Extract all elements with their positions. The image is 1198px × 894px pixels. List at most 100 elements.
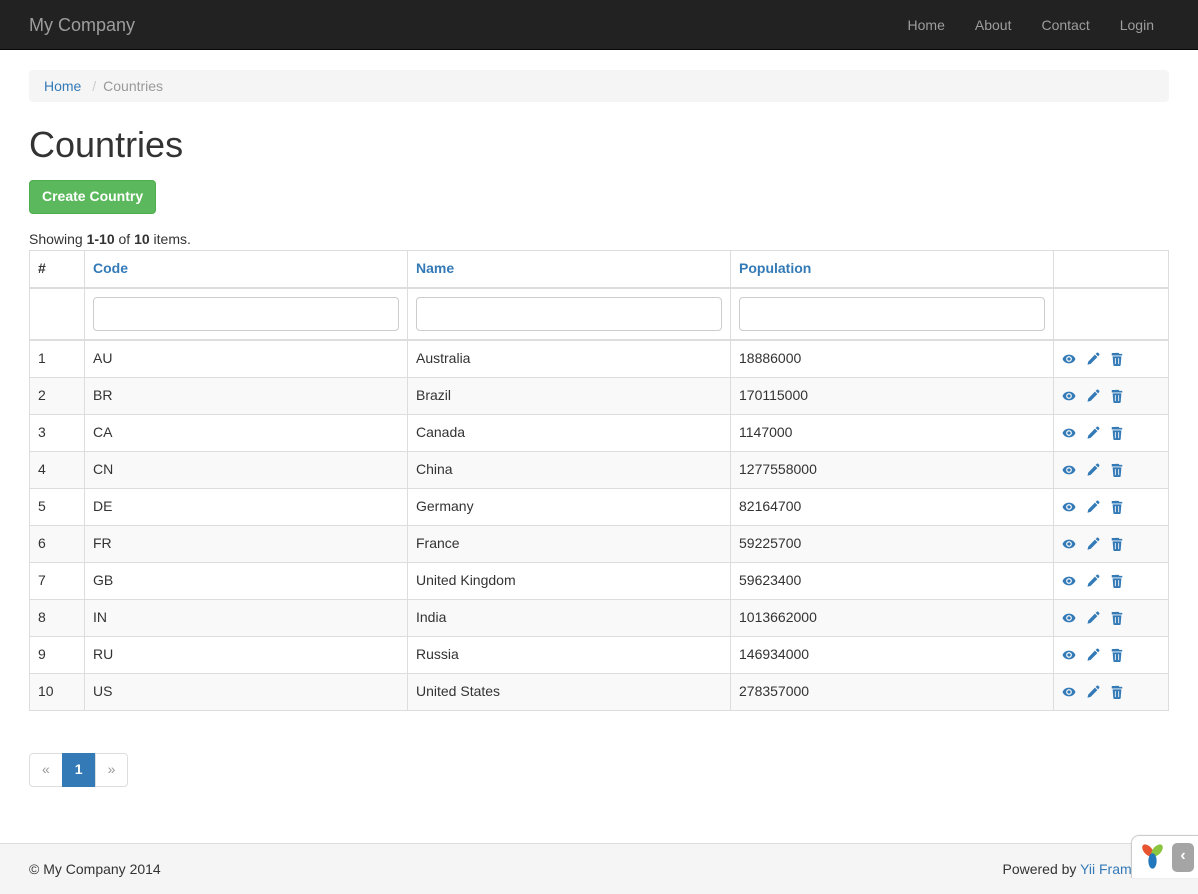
debug-toolbar-toggle-button[interactable]: ‹ xyxy=(1172,843,1194,872)
table-row: 9 RU Russia 146934000 xyxy=(30,636,1169,673)
view-button[interactable] xyxy=(1062,610,1076,625)
nav-link-home[interactable]: Home xyxy=(893,0,960,50)
cell-population: 1277558000 xyxy=(731,451,1054,488)
filter-input-population[interactable] xyxy=(739,297,1045,331)
view-button[interactable] xyxy=(1062,573,1076,588)
cell-actions xyxy=(1054,377,1169,414)
delete-button[interactable] xyxy=(1110,388,1124,403)
pencil-icon xyxy=(1086,572,1100,588)
page-1-link[interactable]: 1 xyxy=(62,753,96,787)
update-button[interactable] xyxy=(1086,462,1100,477)
update-button[interactable] xyxy=(1086,610,1100,625)
eye-icon xyxy=(1062,350,1076,366)
cell-actions xyxy=(1054,525,1169,562)
update-button[interactable] xyxy=(1086,425,1100,440)
trash-icon xyxy=(1110,424,1124,440)
view-button[interactable] xyxy=(1062,351,1076,366)
delete-button[interactable] xyxy=(1110,684,1124,699)
pencil-icon xyxy=(1086,461,1100,477)
update-button[interactable] xyxy=(1086,573,1100,588)
cell-name: Canada xyxy=(408,414,731,451)
trash-icon xyxy=(1110,646,1124,662)
cell-name: Brazil xyxy=(408,377,731,414)
cell-code: RU xyxy=(85,636,408,673)
cell-code: AU xyxy=(85,340,408,377)
delete-button[interactable] xyxy=(1110,425,1124,440)
pagination-prev: « xyxy=(29,753,63,787)
pencil-icon xyxy=(1086,609,1100,625)
create-country-button[interactable]: Create Country xyxy=(29,180,156,214)
table-row: 1 AU Australia 18886000 xyxy=(30,340,1169,377)
filter-input-code[interactable] xyxy=(93,297,399,331)
delete-button[interactable] xyxy=(1110,647,1124,662)
update-button[interactable] xyxy=(1086,647,1100,662)
nav-link-about[interactable]: About xyxy=(960,0,1027,50)
view-button[interactable] xyxy=(1062,684,1076,699)
cell-index: 2 xyxy=(30,377,85,414)
table-body: 1 AU Australia 18886000 xyxy=(30,340,1169,710)
delete-button[interactable] xyxy=(1110,499,1124,514)
view-button[interactable] xyxy=(1062,425,1076,440)
navbar: My Company Home About Contact Login xyxy=(0,0,1198,50)
view-button[interactable] xyxy=(1062,647,1076,662)
update-button[interactable] xyxy=(1086,499,1100,514)
update-button[interactable] xyxy=(1086,536,1100,551)
sort-link-code[interactable]: Code xyxy=(93,260,128,276)
delete-button[interactable] xyxy=(1110,536,1124,551)
cell-name: Russia xyxy=(408,636,731,673)
trash-icon xyxy=(1110,387,1124,403)
nav-item-about: About xyxy=(960,0,1027,50)
yii-logo-icon xyxy=(1138,841,1167,873)
pencil-icon xyxy=(1086,350,1100,366)
cell-actions xyxy=(1054,340,1169,377)
prev-page-arrow[interactable]: « xyxy=(29,753,63,787)
view-button[interactable] xyxy=(1062,536,1076,551)
next-page-arrow[interactable]: » xyxy=(95,753,129,787)
delete-button[interactable] xyxy=(1110,573,1124,588)
cell-index: 9 xyxy=(30,636,85,673)
trash-icon xyxy=(1110,461,1124,477)
cell-actions xyxy=(1054,636,1169,673)
cell-population: 59623400 xyxy=(731,562,1054,599)
breadcrumb: Home Countries xyxy=(29,70,1169,102)
filter-input-name[interactable] xyxy=(416,297,722,331)
grid-summary: Showing 1-10 of 10 items. xyxy=(29,231,1169,247)
view-button[interactable] xyxy=(1062,388,1076,403)
update-button[interactable] xyxy=(1086,684,1100,699)
eye-icon xyxy=(1062,572,1076,588)
pencil-icon xyxy=(1086,535,1100,551)
breadcrumb-home-link[interactable]: Home xyxy=(44,78,81,94)
cell-code: IN xyxy=(85,599,408,636)
nav-item-login: Login xyxy=(1105,0,1169,50)
cell-code: US xyxy=(85,673,408,710)
table-row: 7 GB United Kingdom 59623400 xyxy=(30,562,1169,599)
breadcrumb-current: Countries xyxy=(85,78,163,94)
delete-button[interactable] xyxy=(1110,610,1124,625)
cell-population: 146934000 xyxy=(731,636,1054,673)
sort-link-name[interactable]: Name xyxy=(416,260,454,276)
nav-link-contact[interactable]: Contact xyxy=(1026,0,1104,50)
update-button[interactable] xyxy=(1086,351,1100,366)
nav-link-login[interactable]: Login xyxy=(1105,0,1169,50)
cell-code: FR xyxy=(85,525,408,562)
view-button[interactable] xyxy=(1062,499,1076,514)
table-row: 2 BR Brazil 170115000 xyxy=(30,377,1169,414)
update-button[interactable] xyxy=(1086,388,1100,403)
cell-name: Germany xyxy=(408,488,731,525)
table-row: 3 CA Canada 1147000 xyxy=(30,414,1169,451)
summary-mid: of xyxy=(115,231,134,247)
cell-index: 1 xyxy=(30,340,85,377)
eye-icon xyxy=(1062,535,1076,551)
cell-name: France xyxy=(408,525,731,562)
delete-button[interactable] xyxy=(1110,351,1124,366)
powered-by-text: Powered by xyxy=(1002,861,1080,877)
view-button[interactable] xyxy=(1062,462,1076,477)
sort-link-population[interactable]: Population xyxy=(739,260,811,276)
table-row: 8 IN India 1013662000 xyxy=(30,599,1169,636)
eye-icon xyxy=(1062,387,1076,403)
cell-name: Australia xyxy=(408,340,731,377)
delete-button[interactable] xyxy=(1110,462,1124,477)
trash-icon xyxy=(1110,498,1124,514)
pencil-icon xyxy=(1086,387,1100,403)
navbar-brand[interactable]: My Company xyxy=(29,0,135,50)
